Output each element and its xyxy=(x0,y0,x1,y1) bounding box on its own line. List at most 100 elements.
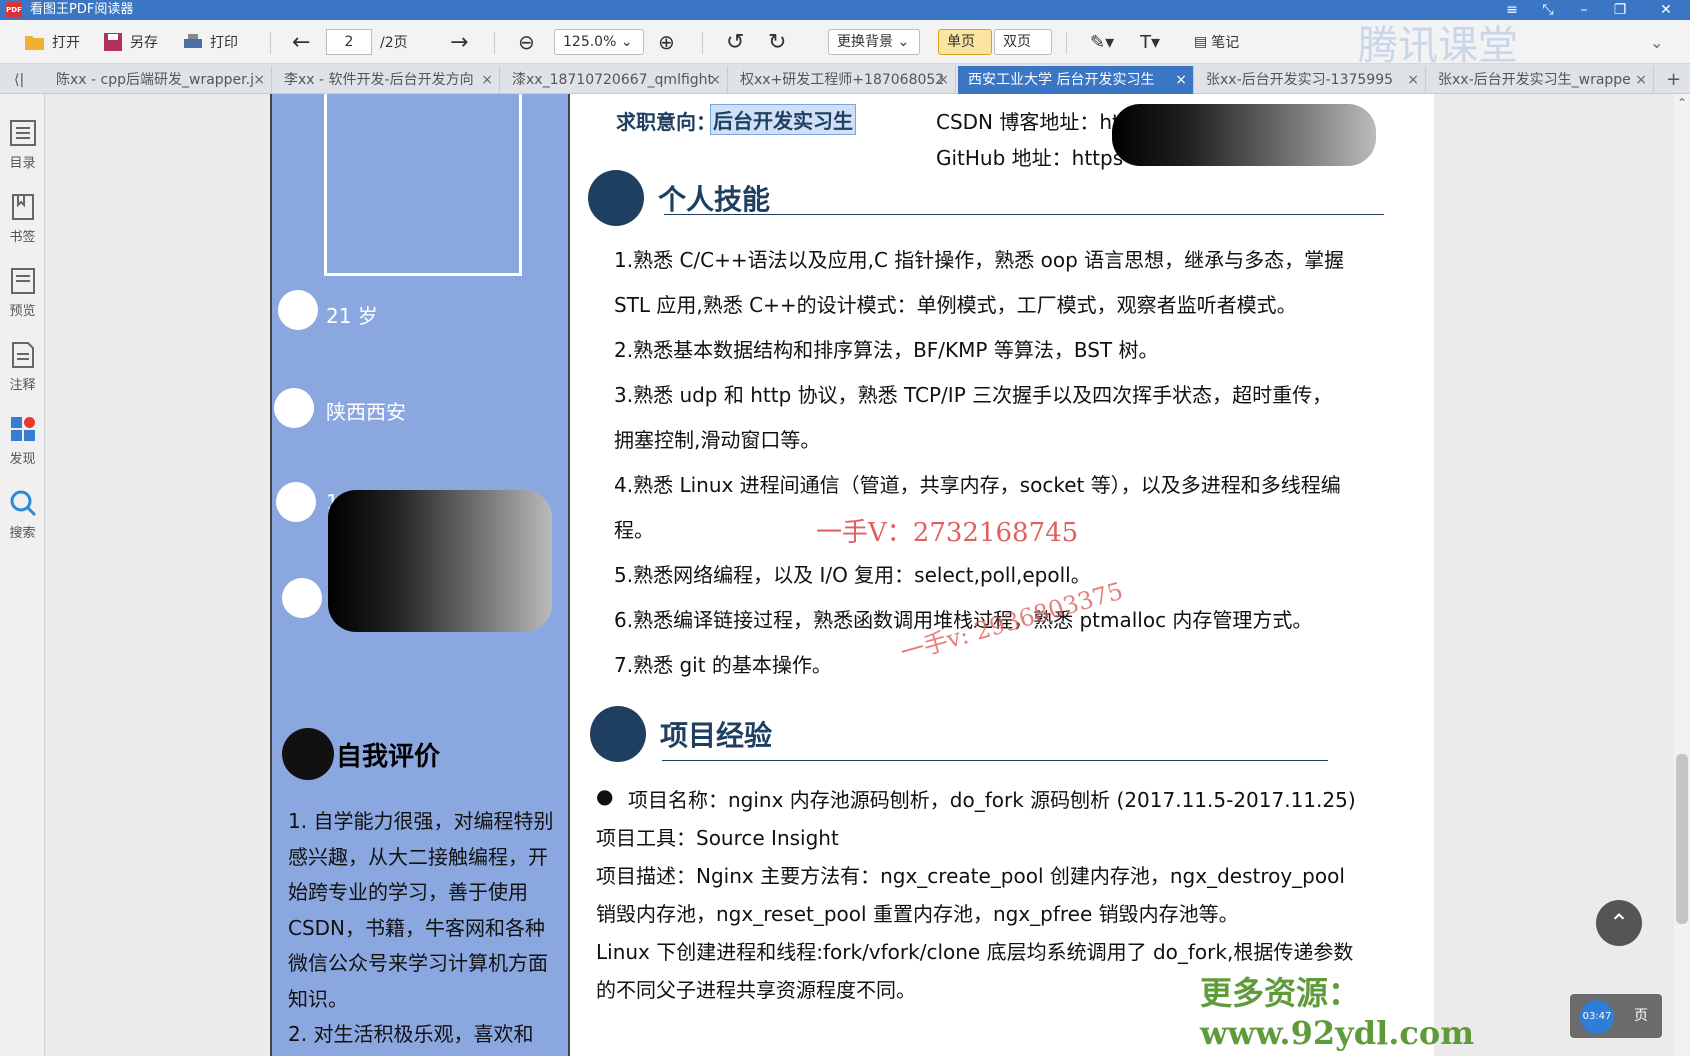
text-tool-icon[interactable]: T▾ xyxy=(1140,20,1160,64)
restore-icon[interactable]: ❐ xyxy=(1606,0,1634,20)
tab-1[interactable]: 陈xx - cpp后端研发_wrapper.j × xyxy=(46,66,272,94)
sidebar-item-bookmarks[interactable]: 书签 xyxy=(0,182,45,254)
folder-icon xyxy=(25,36,44,50)
self-evaluation-heading: 自我评价 xyxy=(282,728,440,780)
app-logo: PDF xyxy=(6,2,22,18)
zoom-in-icon[interactable]: ⊕ xyxy=(658,20,675,64)
note-icon: ▤ xyxy=(1194,34,1208,50)
zoom-select[interactable]: 125.0% ⌄ xyxy=(554,29,644,55)
tab-label: 西安工业大学 后台开发实习生 xyxy=(968,72,1155,88)
note-button[interactable]: ▤ 笔记 xyxy=(1194,20,1239,64)
project-title: 项目经验 xyxy=(660,719,773,752)
skill-line: STL 应用,熟悉 C++的设计模式：单例模式，工厂模式，观察者监听者模式。 xyxy=(614,293,1297,317)
close-tab-icon[interactable]: × xyxy=(1175,66,1187,94)
double-page-button[interactable]: 双页 xyxy=(994,29,1052,55)
scroll-up-icon[interactable]: ⌃ xyxy=(1674,96,1690,110)
briefcase-icon xyxy=(590,706,646,762)
bullet-icon: ● xyxy=(596,784,614,808)
sidebar-label: 预览 xyxy=(9,304,36,319)
sidebar-label: 发现 xyxy=(9,452,36,467)
sidebar-item-toc[interactable]: 目录 xyxy=(0,108,45,180)
next-page-icon[interactable]: → xyxy=(450,20,468,64)
close-tab-icon[interactable]: × xyxy=(709,66,721,94)
page-input[interactable]: 2 xyxy=(326,29,372,55)
tab-5-active[interactable]: 西安工业大学 后台开发实习生 × xyxy=(958,66,1194,94)
open-button[interactable]: 打开 xyxy=(24,20,80,64)
page-total: /2页 xyxy=(380,35,408,51)
redacted-block xyxy=(328,490,552,632)
tab-label: 张xx-后台开发实习-1375995 xyxy=(1206,72,1394,88)
close-icon[interactable]: ✕ xyxy=(1652,0,1680,20)
new-tab-icon[interactable]: + xyxy=(1656,66,1690,94)
bookmark-icon xyxy=(11,194,34,220)
phone-icon xyxy=(276,482,316,522)
tab-4[interactable]: 权xx+研发工程师+18706805​2 × xyxy=(730,66,956,94)
skill-line: 拥塞控制,滑动窗口等。 xyxy=(614,428,821,452)
close-tab-icon[interactable]: × xyxy=(937,66,949,94)
github-address: GitHub 地址：https xyxy=(936,146,1124,170)
mail-icon xyxy=(282,578,322,618)
double-label: 双页 xyxy=(1003,34,1031,50)
prev-page-icon[interactable]: ← xyxy=(292,20,310,64)
zoom-out-icon[interactable]: ⊖ xyxy=(518,20,535,64)
separator xyxy=(494,32,495,54)
tab-6[interactable]: 张xx-后台开发实习-1375995 × xyxy=(1196,66,1426,94)
skill-line: 5.熟悉网络编程，以及 I/O 复用：select,poll,epoll。 xyxy=(614,563,1091,587)
skill-line: 1.熟悉 C/C++语法以及应用,C 指针操作，熟悉 oop 语言思想，继承与多… xyxy=(614,248,1345,272)
self-text-2: 2. 对生活积极乐观，喜欢和 xyxy=(288,1022,534,1046)
rotate-left-icon[interactable]: ↺ xyxy=(726,20,744,64)
saveas-button[interactable]: 另存 xyxy=(102,20,158,64)
print-icon xyxy=(184,34,202,48)
resume-left-column: 21 岁 陕西西安 1 自我评价 1. 自学能力很强，对编程特别感兴趣，从大二接… xyxy=(270,94,570,1056)
edit-icon xyxy=(282,728,334,780)
project-name: 项目名称：nginx 内存池源码刨析，do_fork 源码刨析 (2017.11… xyxy=(628,788,1356,812)
sidebar-item-preview[interactable]: 预览 xyxy=(0,256,45,328)
chevron-down-icon: ⌄ xyxy=(620,34,633,50)
tab-scroll-left-icon[interactable]: ⟨| xyxy=(0,66,44,94)
sidebar-item-search[interactable]: 搜索 xyxy=(0,478,45,550)
close-tab-icon[interactable]: × xyxy=(481,66,493,94)
separator xyxy=(270,32,271,54)
page-jump-widget[interactable]: 03:47 页 xyxy=(1570,994,1662,1038)
self-title: 自我评价 xyxy=(336,741,441,772)
skill-line: 4.熟悉 Linux 进程间通信（管道，共享内存，socket 等），以及多进程… xyxy=(614,473,1341,497)
single-page-button[interactable]: 单页 xyxy=(938,29,992,55)
tab-label: 李xx - 软件开发-后台开发方向 xyxy=(284,72,474,88)
back-to-top-icon[interactable]: ⌃ xyxy=(1596,900,1642,946)
discover-icon xyxy=(10,417,35,441)
background-label: 更换背景 xyxy=(837,34,893,50)
close-tab-icon[interactable]: × xyxy=(253,66,265,94)
highlight-icon[interactable]: ✎▾ xyxy=(1090,20,1114,64)
expand-icon[interactable]: ⤡ xyxy=(1534,0,1562,20)
tab-label: 漆xx_18710720667_qmlfight xyxy=(512,72,714,88)
search-icon xyxy=(10,490,36,517)
tab-bar: ⟨| 陈xx - cpp后端研发_wrapper.j × 李xx - 软件开发-后… xyxy=(0,64,1690,94)
photo-frame xyxy=(324,94,522,276)
skill-line: 程。 xyxy=(614,518,654,542)
minimize-icon[interactable]: – xyxy=(1570,0,1598,20)
close-tab-icon[interactable]: × xyxy=(1635,66,1647,94)
chevron-down-icon: ⌄ xyxy=(897,34,910,50)
project-desc: 项目描述：Nginx 主要方法有：ngx_create_pool 创建内存池，n… xyxy=(596,864,1345,888)
skills-section-heading: 个人技能 xyxy=(588,170,770,226)
sidebar-item-annotations[interactable]: 注释 xyxy=(0,330,45,402)
close-tab-icon[interactable]: × xyxy=(1407,66,1419,94)
chevron-down-icon[interactable]: ⌄ xyxy=(1650,20,1663,64)
vertical-scrollbar[interactable]: ⌃ xyxy=(1674,94,1690,1056)
open-label: 打开 xyxy=(52,35,80,51)
tab-3[interactable]: 漆xx_18710720667_qmlfight × xyxy=(502,66,728,94)
tab-2[interactable]: 李xx - 软件开发-后台开发方向 × xyxy=(274,66,500,94)
tab-7[interactable]: 张xx-后台开发实习生_wrappe × xyxy=(1428,66,1654,94)
sidebar-label: 书签 xyxy=(9,230,36,245)
clock-badge: 03:47 xyxy=(1580,1000,1614,1034)
scroll-thumb[interactable] xyxy=(1676,754,1688,924)
sidebar-label: 目录 xyxy=(9,156,36,171)
single-label: 单页 xyxy=(947,34,975,50)
skills-underline xyxy=(664,214,1384,215)
sidebar-item-discover[interactable]: 发现 xyxy=(0,404,45,476)
print-button[interactable]: 打印 xyxy=(182,20,238,64)
print-label: 打印 xyxy=(210,35,238,51)
toolbar: 打开 另存 打印 ← 2 /2页 → ⊖ 125.0% ⌄ ⊕ ↺ ↻ 更换背景… xyxy=(0,20,1690,69)
rotate-right-icon[interactable]: ↻ xyxy=(768,20,786,64)
background-select[interactable]: 更换背景 ⌄ xyxy=(828,29,920,55)
